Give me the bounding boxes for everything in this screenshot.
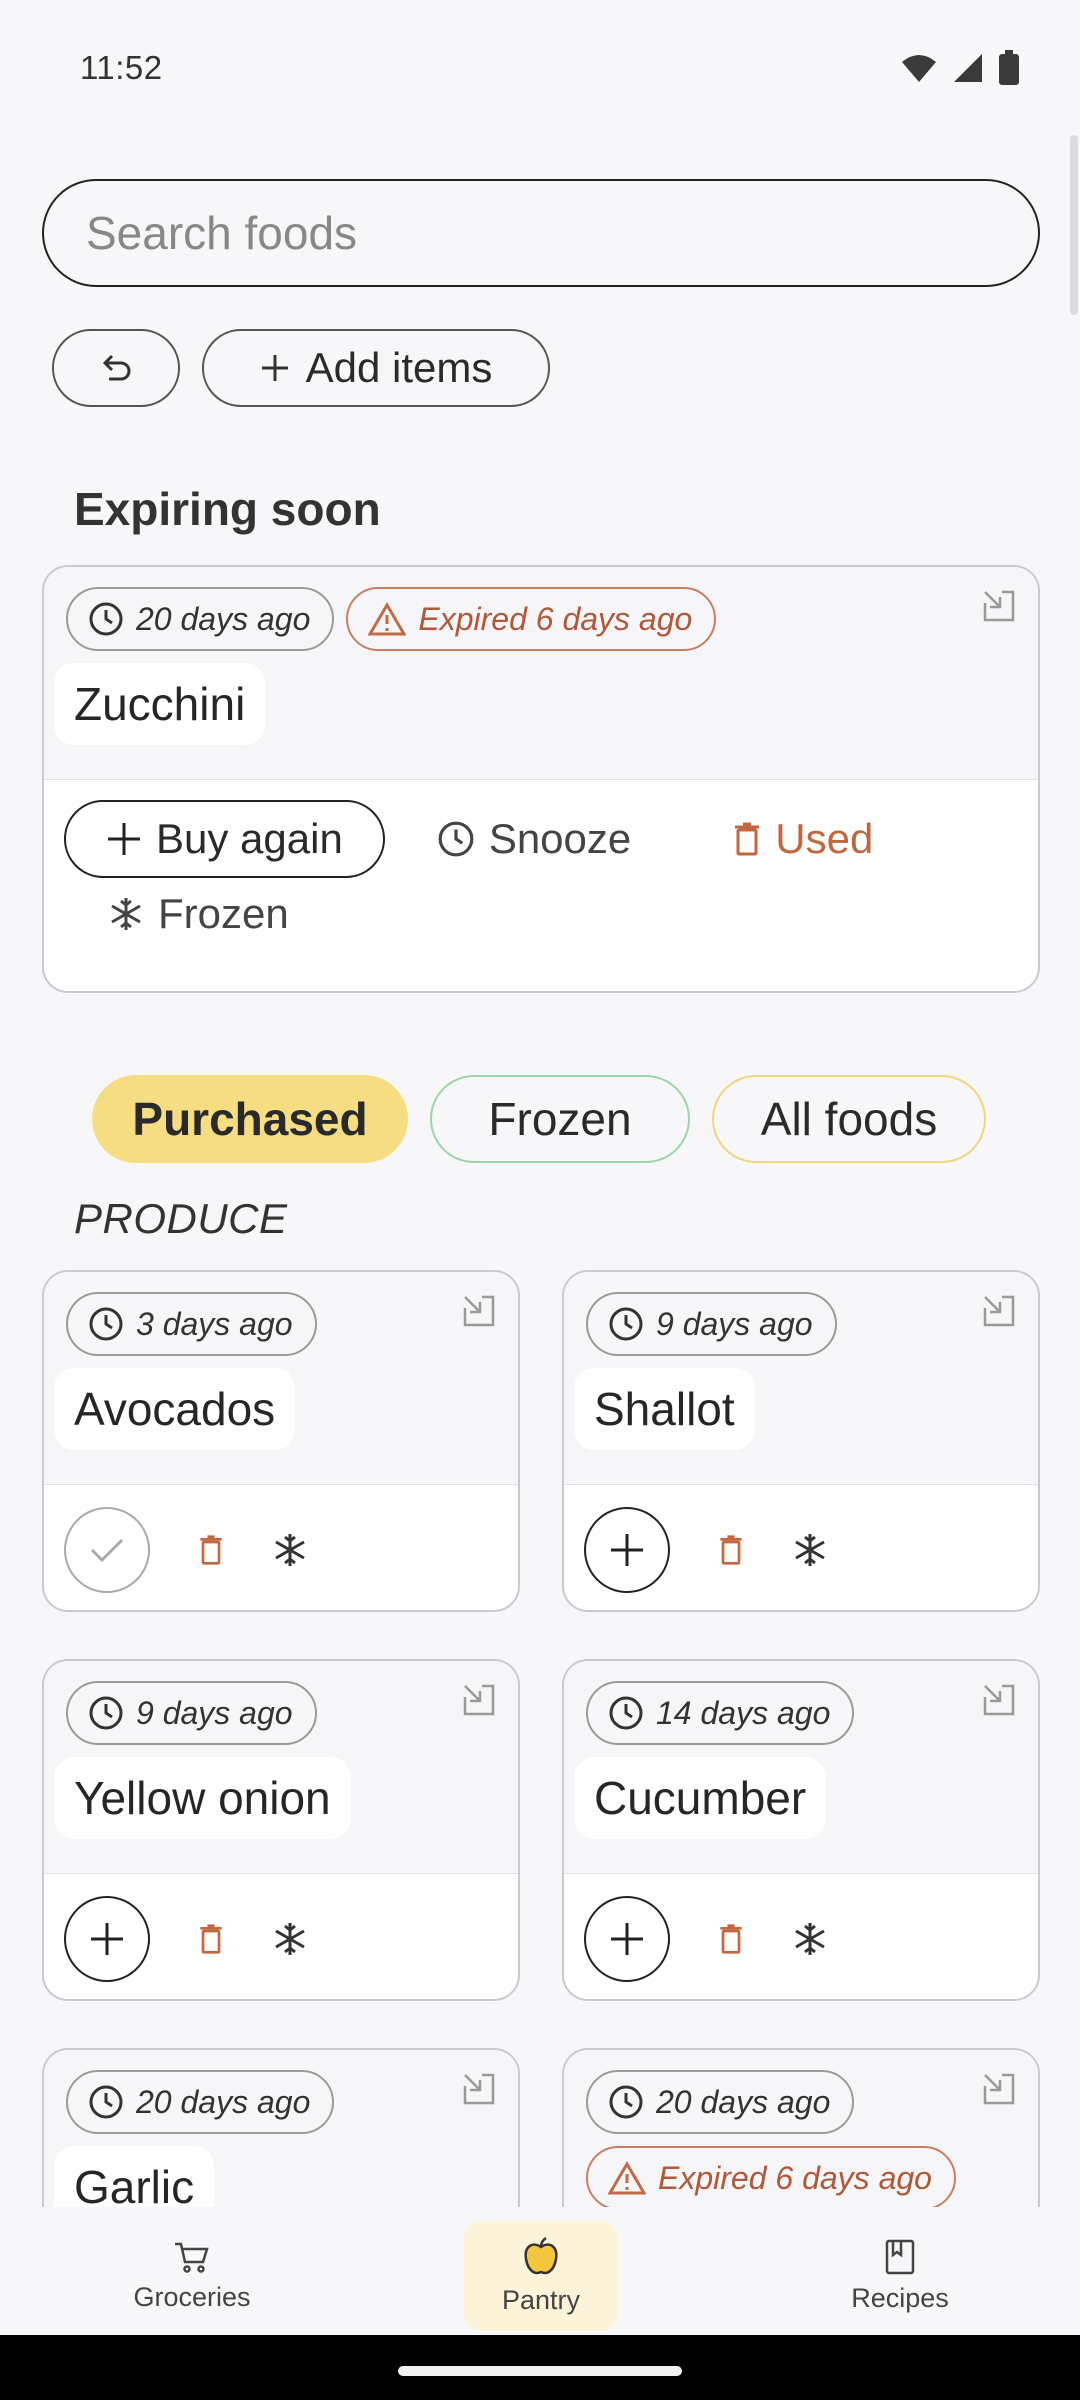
filter-frozen[interactable]: Frozen [430,1075,690,1163]
clock-icon [89,2085,123,2119]
clock-icon [609,1307,643,1341]
trash-icon[interactable] [198,1534,224,1566]
undo-button[interactable] [52,329,180,407]
plus-icon [611,1923,643,1955]
add-button[interactable] [584,1507,670,1593]
nav-recipes[interactable]: Recipes [823,2221,977,2331]
open-details-icon[interactable] [982,2072,1016,2106]
snowflake-icon[interactable] [792,1921,828,1957]
clock-icon [89,1307,123,1341]
used-button[interactable]: Used [733,815,873,863]
plus-icon [91,1923,123,1955]
food-card-expired[interactable]: 20 days ago Expired 6 days ago [562,2048,1040,2207]
plus-icon [108,823,140,855]
expired-chip: Expired 6 days ago [586,2146,956,2207]
trash-icon [735,822,760,856]
snowflake-icon[interactable] [792,1532,828,1568]
apple-icon [524,2236,558,2274]
clock-icon [438,821,474,857]
trash-icon[interactable] [718,1534,744,1566]
food-card-avocados[interactable]: 3 days ago Avocados [42,1270,520,1612]
expiring-card[interactable]: 20 days ago Expired 6 days ago Zucchini … [42,565,1040,993]
signal-icon [954,53,982,82]
pantry-content: Search foods Add items Expiring soon 20 … [0,135,1080,2207]
status-icons [900,49,1020,86]
filter-purchased[interactable]: Purchased [92,1075,408,1163]
food-name: Cucumber [574,1757,827,1839]
status-time: 11:52 [80,48,163,86]
clock-icon [609,1696,643,1730]
trash-icon[interactable] [718,1923,744,1955]
clock-icon [609,2085,643,2119]
snowflake-icon[interactable] [272,1921,308,1957]
purchased-date-chip: 9 days ago [586,1292,837,1356]
home-gesture-handle[interactable] [398,2366,682,2376]
wifi-icon [902,54,936,82]
undo-icon [102,354,131,381]
nav-groceries[interactable]: Groceries [115,2221,269,2331]
clock-icon [89,1696,123,1730]
category-heading: PRODUCE [74,1195,288,1242]
snowflake-icon [111,898,141,930]
food-card-garlic[interactable]: 20 days ago Garlic [42,2048,520,2207]
open-details-icon[interactable] [462,2072,496,2106]
snooze-button[interactable]: Snooze [437,815,631,863]
clock-icon [89,602,123,636]
purchased-date-chip: 3 days ago [66,1292,317,1356]
food-name: Yellow onion [54,1757,351,1839]
plus-icon [611,1534,643,1566]
nav-pantry-label: Pantry [501,2284,581,2315]
purchased-date-chip: 14 days ago [586,1681,855,1745]
nav-recipes-label: Recipes [851,2282,949,2313]
check-icon [90,1538,124,1563]
add-items-label: Add items [305,344,493,391]
add-button[interactable] [64,1896,150,1982]
open-details-icon[interactable] [982,1683,1016,1717]
warning-icon [608,2161,646,2195]
cart-icon [175,2242,209,2273]
add-button[interactable] [584,1896,670,1982]
plus-icon [261,355,288,381]
search-input[interactable]: Search foods [42,179,1040,287]
status-bar: 11:52 [0,0,1080,135]
warning-icon [368,602,407,636]
food-name: Zucchini [54,663,266,745]
toolbar: Add items [52,329,550,407]
expired-chip: Expired 6 days ago [346,587,717,651]
food-name: Avocados [54,1368,296,1450]
recipe-book-icon [885,2239,915,2274]
add-items-button[interactable]: Add items [202,329,550,407]
filter-tabs: Purchased Frozen All foods [92,1075,986,1163]
search-placeholder: Search foods [86,207,358,259]
trash-icon[interactable] [198,1923,224,1955]
open-details-icon[interactable] [982,589,1016,623]
purchased-date-chip: 9 days ago [66,1681,317,1745]
food-card-shallot[interactable]: 9 days ago Shallot [562,1270,1040,1612]
nav-pantry[interactable]: Pantry [464,2221,618,2331]
buy-again-button[interactable]: Buy again [64,800,385,878]
expiring-section-title: Expiring soon [74,483,381,535]
nav-groceries-label: Groceries [133,2281,251,2312]
food-name: Shallot [574,1368,755,1450]
purchased-date-chip: 20 days ago [66,587,335,651]
battery-icon [999,49,1019,85]
bottom-nav: Groceries Pantry Recipes [0,2207,1080,2335]
food-card-cucumber[interactable]: 14 days ago Cucumber [562,1659,1040,2001]
snowflake-icon[interactable] [272,1532,308,1568]
purchased-date-chip: 20 days ago [66,2070,335,2134]
mark-purchased-button[interactable] [64,1507,150,1593]
filter-all-foods[interactable]: All foods [712,1075,986,1163]
food-card-yellow-onion[interactable]: 9 days ago Yellow onion [42,1659,520,2001]
open-details-icon[interactable] [982,1294,1016,1328]
open-details-icon[interactable] [462,1683,496,1717]
frozen-button[interactable]: Frozen [108,890,289,938]
purchased-date-chip: 20 days ago [586,2070,855,2134]
open-details-icon[interactable] [462,1294,496,1328]
food-name: Garlic [54,2146,215,2207]
